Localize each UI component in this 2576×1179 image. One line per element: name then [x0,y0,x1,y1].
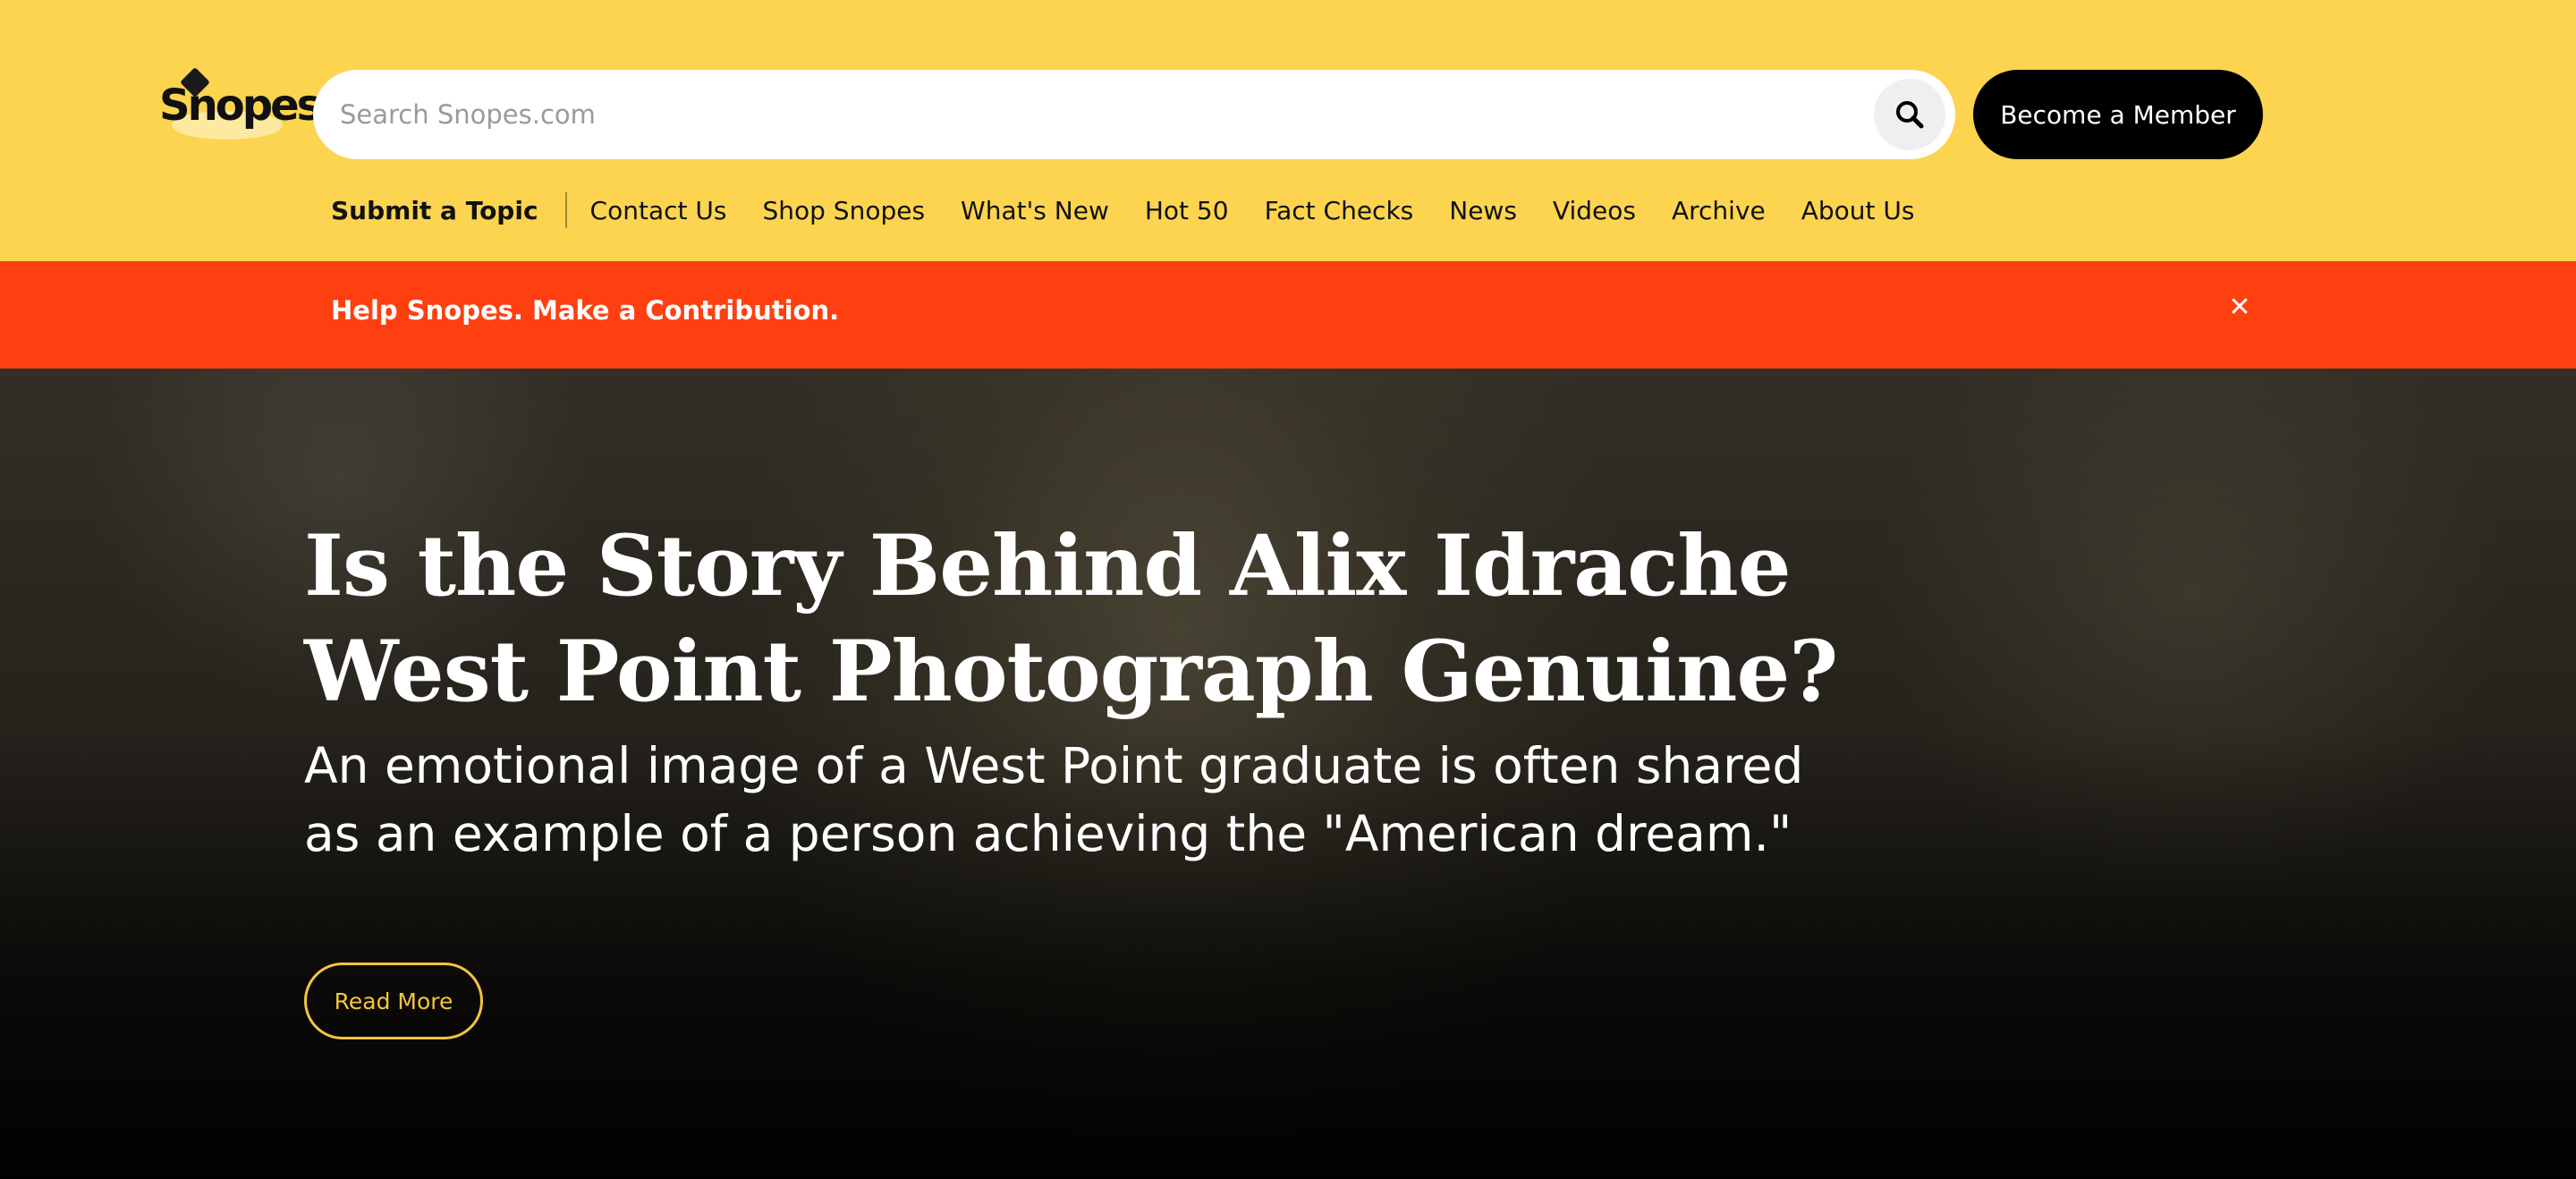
nav-about-us[interactable]: About Us [1801,196,1915,225]
main-nav: Submit a Topic Contact Us Shop Snopes Wh… [331,188,1951,233]
nav-submit-topic[interactable]: Submit a Topic [331,196,538,225]
nav-whats-new[interactable]: What's New [961,196,1109,225]
search-bar [313,70,1955,159]
nav-shop-snopes[interactable]: Shop Snopes [762,196,925,225]
contribution-banner: Help Snopes. Make a Contribution. ✕ [0,261,2576,369]
nav-videos[interactable]: Videos [1553,196,1636,225]
nav-archive[interactable]: Archive [1672,196,1766,225]
contribution-link[interactable]: Help Snopes. Make a Contribution. [331,295,839,326]
become-member-button[interactable]: Become a Member [1973,70,2263,159]
nav-divider [564,192,567,228]
nav-fact-checks[interactable]: Fact Checks [1265,196,1414,225]
hero-subtitle: An emotional image of a West Point gradu… [304,737,1804,862]
snopes-logo[interactable]: Snopes [159,67,322,140]
hero-title[interactable]: Is the Story Behind Alix Idrache West Po… [304,513,1843,725]
logo-text: Snopes [159,81,322,131]
nav-news[interactable]: News [1449,196,1517,225]
site-header: Snopes Become a Member Submit a Topic Co… [0,0,2576,261]
close-icon[interactable]: ✕ [2222,290,2258,326]
nav-hot-50[interactable]: Hot 50 [1145,196,1229,225]
search-input[interactable] [340,88,1860,141]
search-button[interactable] [1874,79,1945,150]
hero-section: Is the Story Behind Alix Idrache West Po… [0,369,2576,1179]
nav-contact-us[interactable]: Contact Us [590,196,727,225]
read-more-button[interactable]: Read More [304,963,483,1039]
search-icon [1896,101,1924,129]
